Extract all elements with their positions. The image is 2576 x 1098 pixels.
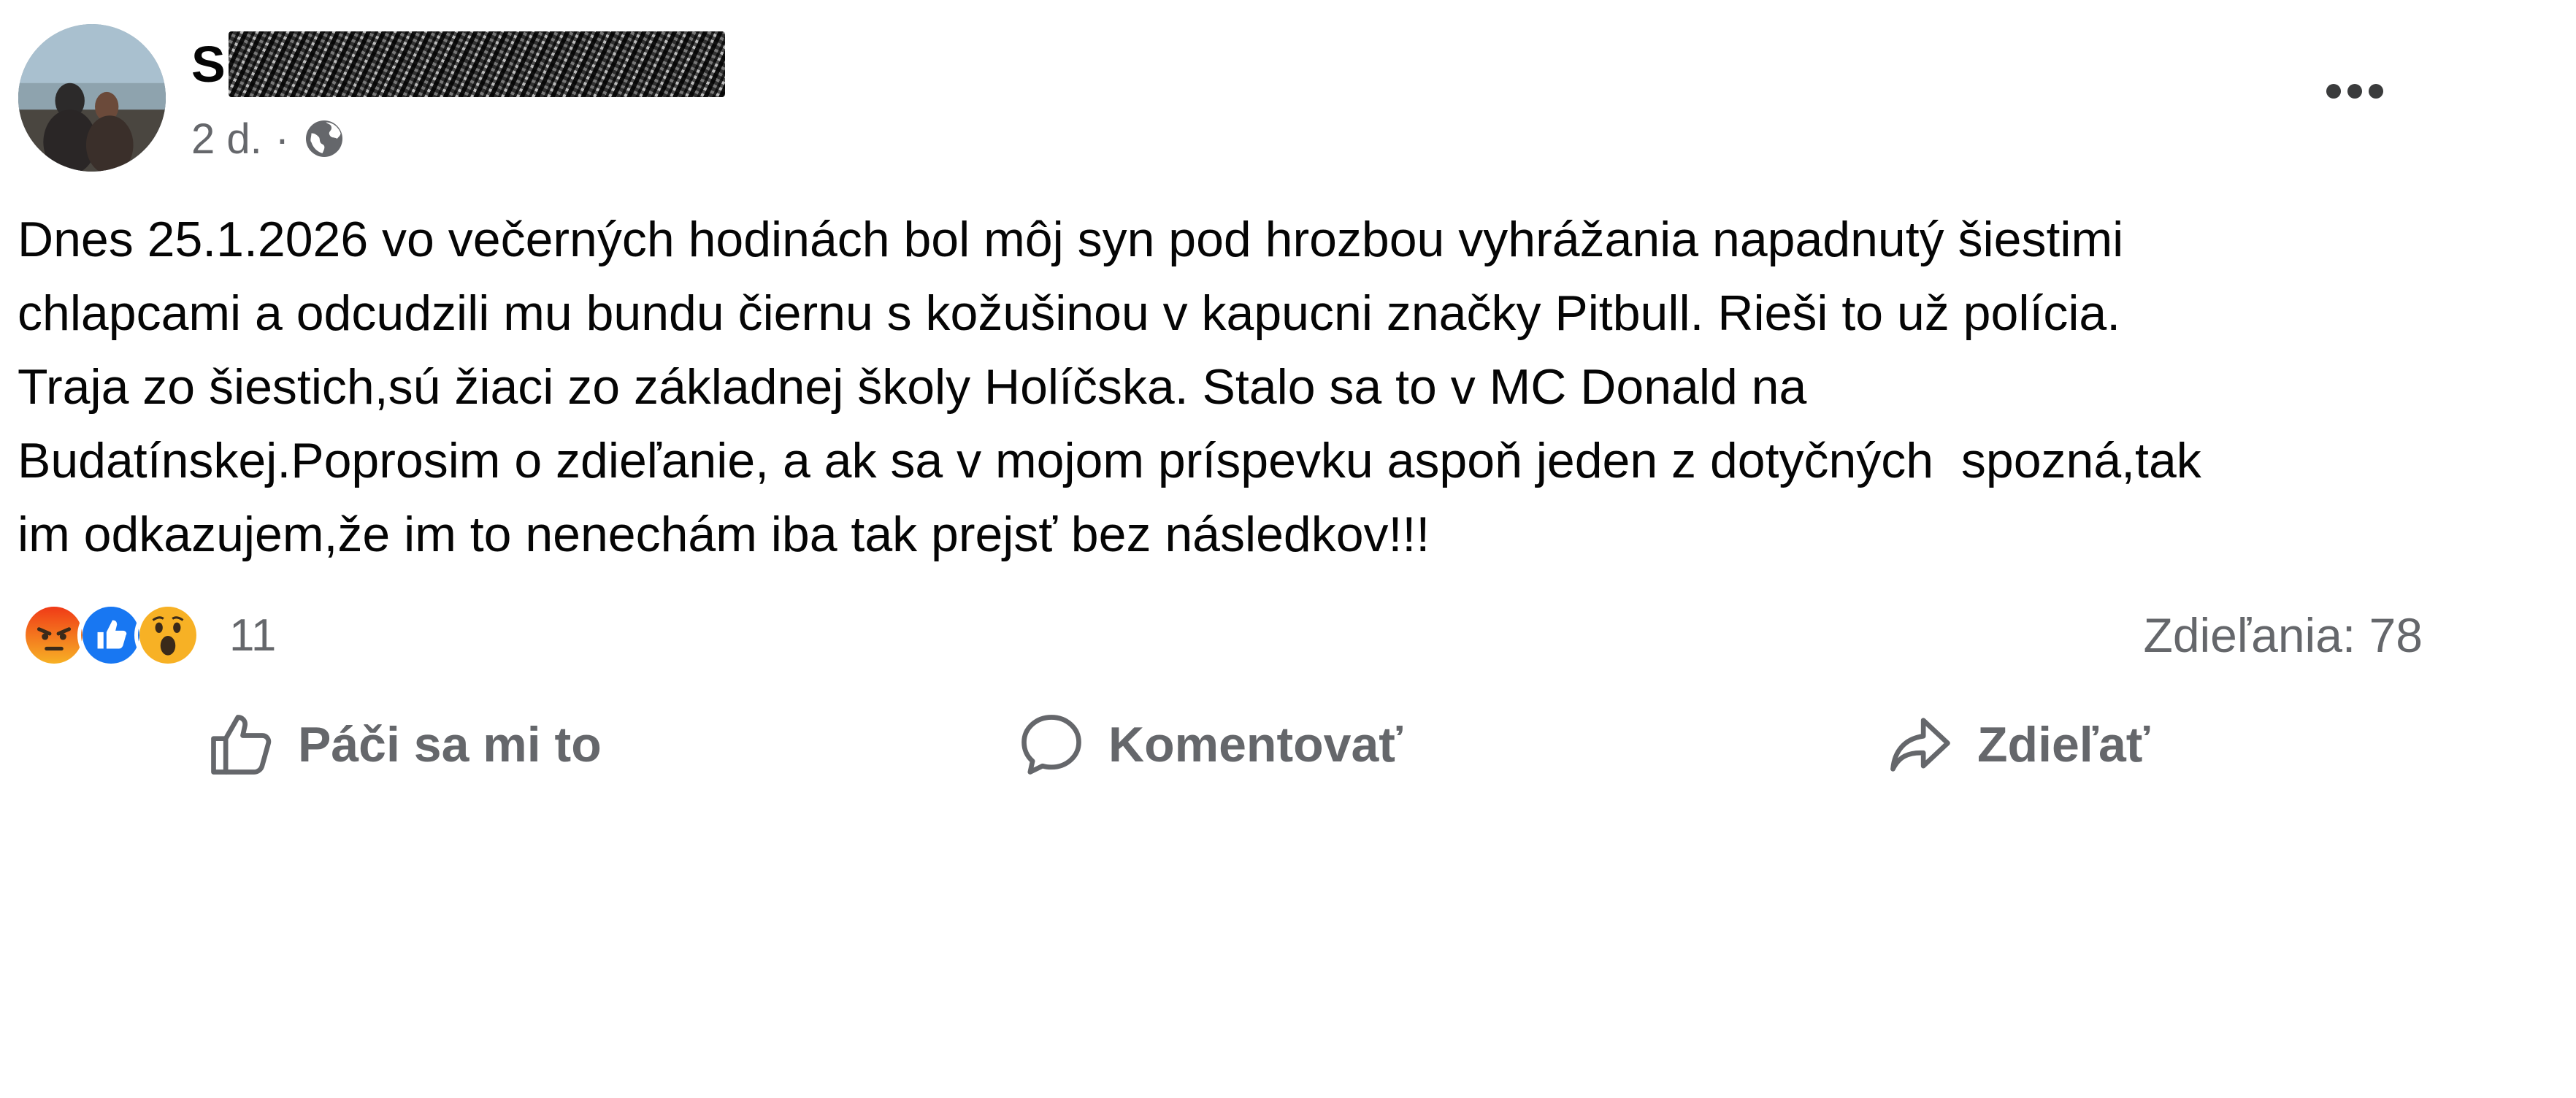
reactions-summary[interactable]: 11 bbox=[20, 599, 276, 672]
redacted-name-block bbox=[228, 31, 725, 97]
reaction-count[interactable]: 11 bbox=[229, 610, 276, 661]
facebook-post: S 2 d. · Dnes 25.1.2026 vo večerných hod… bbox=[0, 0, 2576, 1098]
post-timestamp[interactable]: 2 d. bbox=[191, 115, 262, 164]
dot-icon bbox=[2326, 84, 2341, 99]
comment-icon bbox=[1021, 715, 1081, 775]
meta-separator: · bbox=[275, 115, 290, 163]
more-options-icon[interactable] bbox=[2311, 69, 2399, 113]
post-action-bar: Páči sa mi to Komentovať Zdieľať bbox=[0, 701, 2576, 788]
dot-icon bbox=[2347, 84, 2362, 99]
author-name[interactable]: S bbox=[191, 28, 725, 101]
like-button-label: Páči sa mi to bbox=[298, 717, 602, 772]
like-button[interactable]: Páči sa mi to bbox=[204, 701, 602, 788]
wow-reaction-icon bbox=[134, 602, 202, 669]
share-button-label: Zdieľať bbox=[1977, 717, 2150, 772]
shares-count[interactable]: Zdieľania: 78 bbox=[2144, 599, 2423, 672]
share-arrow-icon bbox=[1890, 718, 1950, 772]
post-meta: 2 d. · bbox=[191, 110, 346, 168]
share-button[interactable]: Zdieľať bbox=[1884, 701, 2150, 788]
comment-button-label: Komentovať bbox=[1108, 717, 1403, 772]
author-avatar[interactable] bbox=[18, 24, 166, 172]
globe-icon[interactable] bbox=[302, 117, 346, 161]
author-name-text[interactable]: S bbox=[191, 35, 226, 93]
avatar-photo bbox=[18, 24, 166, 172]
comment-button[interactable]: Komentovať bbox=[1015, 701, 1403, 788]
dot-icon bbox=[2369, 84, 2383, 99]
post-body-text: Dnes 25.1.2026 vo večerných hodinách bol… bbox=[18, 212, 2201, 562]
thumbs-up-icon bbox=[211, 715, 272, 775]
